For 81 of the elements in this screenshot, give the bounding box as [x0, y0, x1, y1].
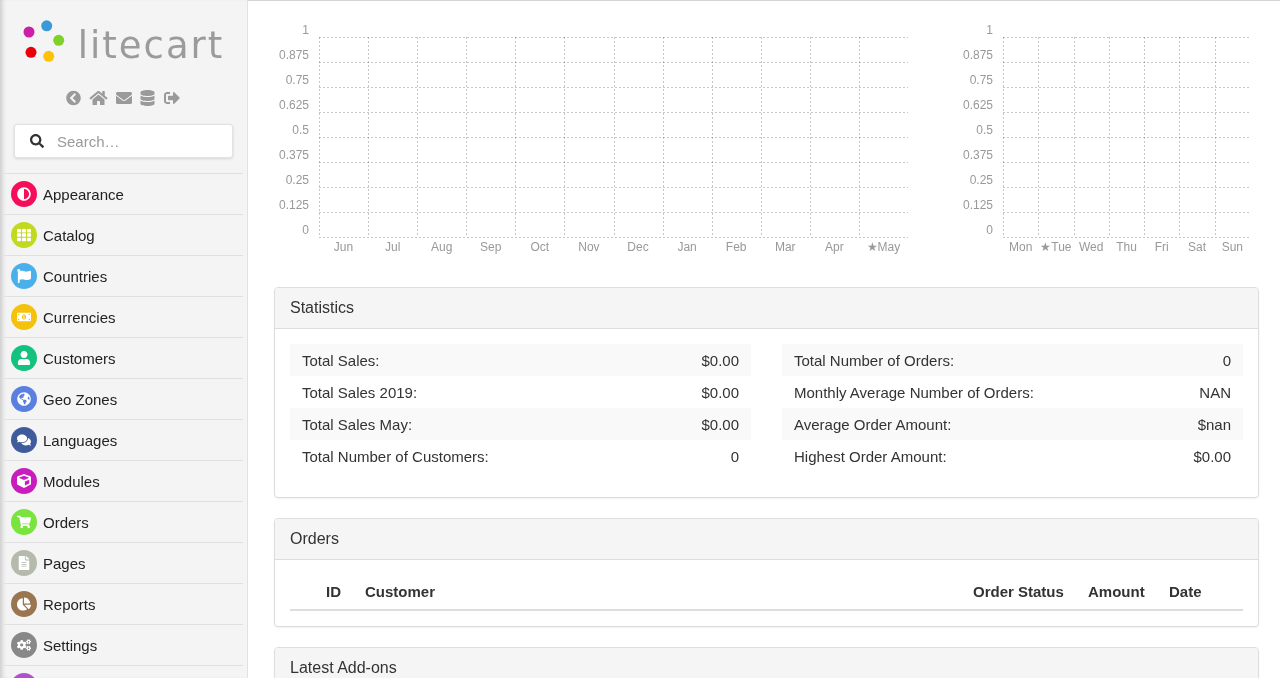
y-tick-label: 0.125 [278, 198, 309, 213]
y-tick-label: 0.375 [278, 148, 309, 163]
y-tick-label: 0.125 [962, 198, 993, 213]
y-tick-label: 0.375 [962, 148, 993, 163]
column-header: Amount [1087, 582, 1146, 602]
y-tick-label: 0.625 [278, 98, 309, 113]
menu-item[interactable]: Countries [4, 255, 243, 296]
x-tick-label: Apr [825, 240, 844, 255]
x-tick-label: Aug [431, 240, 453, 255]
y-tick-label: 0.625 [962, 98, 993, 113]
x-tick-label: Fri [1154, 240, 1169, 255]
stat-label: Total Number of Orders: [782, 344, 1182, 376]
x-tick-label: Dec [627, 240, 649, 255]
y-tick-label: 0.5 [976, 123, 993, 138]
y-tick-label: 1 [302, 23, 309, 38]
column-header: Order Status [972, 582, 1065, 602]
x-tick-label: Oct [530, 240, 550, 255]
x-tick-label: Nov [578, 240, 600, 255]
search-field[interactable]: Search… [14, 124, 233, 158]
stat-value: NAN [1198, 382, 1232, 403]
y-tick-label: 0.25 [285, 173, 309, 188]
stat-label: Average Order Amount: [782, 408, 1182, 440]
y-tick-label: 0.5 [292, 123, 309, 138]
x-tick-label: Jun [333, 240, 354, 255]
database-icon[interactable] [140, 90, 155, 106]
logo-text: litecart [77, 27, 225, 64]
column-header: Customer [364, 582, 436, 602]
stat-value: $0.00 [1192, 446, 1232, 467]
y-tick-label: 1 [986, 23, 993, 38]
y-tick-label: 0.875 [962, 48, 993, 63]
stat-label: Monthly Average Number of Orders: [793, 382, 1035, 403]
stat-value: $nan [1181, 408, 1243, 440]
colored-dots-logo-icon [22, 20, 65, 62]
menu-item[interactable]: Languages [4, 419, 243, 460]
menu-item[interactable]: Settings [4, 624, 243, 665]
menu-item[interactable]: Customers [4, 337, 243, 378]
x-tick-label: Sun [1221, 240, 1244, 255]
sign-out-icon[interactable] [163, 90, 181, 106]
panel-heading: Latest Add-ons [275, 648, 1258, 678]
panel-heading: Orders [275, 519, 1258, 560]
menu-item[interactable]: Reports [4, 583, 243, 624]
x-tick-label: Mar [774, 240, 796, 255]
x-tick-label: ★Tue [1040, 240, 1072, 255]
y-tick-label: 0.75 [969, 73, 993, 88]
x-tick-label: Sep [480, 240, 502, 255]
envelope-icon[interactable] [116, 90, 132, 106]
y-tick-label: 0.25 [969, 173, 993, 188]
stat-label: Total Sales 2019: [301, 382, 419, 403]
panel-heading: Statistics [275, 288, 1258, 329]
y-tick-label: 0 [986, 223, 993, 238]
search-icon [30, 134, 44, 148]
stat-label: Highest Order Amount: [793, 446, 948, 467]
y-tick-label: 0 [302, 223, 309, 238]
home-icon[interactable] [89, 90, 108, 106]
stat-value: $0.00 [700, 382, 740, 403]
menu-item[interactable]: Catalog [4, 214, 243, 255]
stat-label: Total Sales May: [290, 408, 690, 440]
x-tick-label: Sat [1188, 240, 1207, 255]
menu-item[interactable]: Modules [4, 460, 243, 501]
x-tick-label: ★May [866, 240, 901, 255]
x-tick-label: Feb [725, 240, 747, 255]
y-tick-label: 0.875 [278, 48, 309, 63]
stat-value: 0 [729, 446, 740, 467]
stat-label: Total Number of Customers: [301, 446, 490, 467]
x-tick-label: Jan [677, 240, 697, 255]
y-tick-label: 0.75 [285, 73, 309, 88]
menu-item[interactable]: Appearance [4, 173, 243, 214]
x-tick-label: Thu [1116, 240, 1137, 255]
x-tick-label: Wed [1079, 240, 1104, 255]
x-tick-label: Jul [384, 240, 401, 255]
stat-label: Total Sales: [290, 344, 690, 376]
column-header: Date [1168, 582, 1203, 602]
menu-item[interactable]: Currencies [4, 296, 243, 337]
menu-item[interactable]: Orders [4, 501, 243, 542]
stat-value: $0.00 [689, 408, 751, 440]
x-tick-label: Mon [1008, 240, 1033, 255]
menu-item[interactable]: Pages [4, 542, 243, 583]
stat-value: 0 [1181, 344, 1243, 376]
menu-item[interactable]: Geo Zones [4, 378, 243, 419]
stat-value: $0.00 [689, 344, 751, 376]
column-header: ID [325, 582, 342, 602]
